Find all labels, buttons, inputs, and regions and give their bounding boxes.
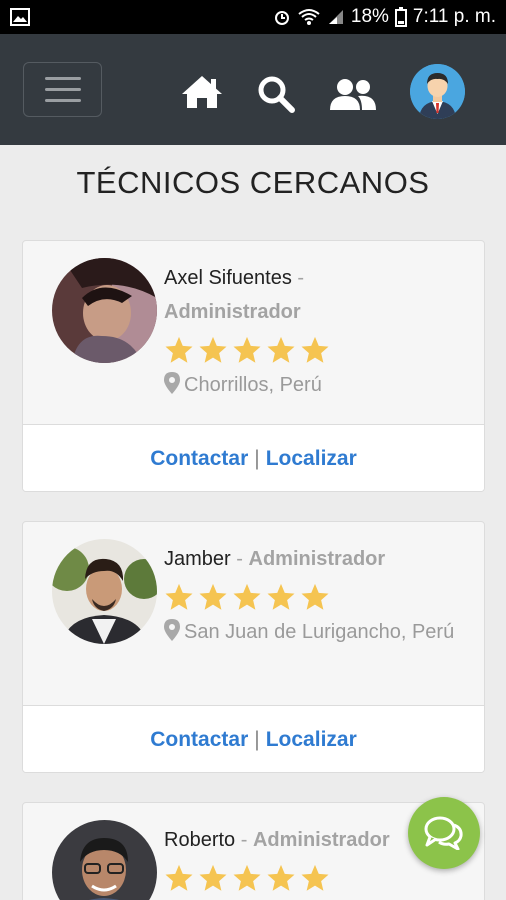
map-marker-icon (164, 372, 180, 394)
technician-info: Jamber - Administrador San Juan de Lurig… (164, 542, 474, 648)
name-role-separator: - (236, 548, 243, 570)
star-icon (301, 336, 329, 363)
technician-location: Chorrillos, Perú (164, 369, 474, 401)
star-icon (301, 583, 329, 610)
technician-info: Axel Sifuentes - Administrador Chorrillo… (164, 261, 474, 401)
battery-icon (394, 7, 407, 27)
star-icon (233, 336, 261, 363)
technician-name: Jamber (164, 548, 231, 570)
technician-card: Jamber - Administrador San Juan de Lurig… (22, 521, 485, 773)
technician-photo-image (52, 820, 157, 900)
star-icon (199, 864, 227, 891)
signal-icon (328, 10, 343, 24)
technician-photo (52, 820, 157, 900)
card-actions: Contactar | Localizar (23, 424, 484, 491)
technician-card: Axel Sifuentes - Administrador Chorrillo… (22, 240, 485, 492)
search-icon[interactable] (256, 74, 296, 114)
technician-photo-image (52, 258, 157, 363)
location-text: Chorrillos, Perú (184, 374, 322, 396)
menu-toggle-button[interactable] (23, 62, 102, 117)
hamburger-icon-line (44, 88, 81, 91)
map-marker-icon (164, 619, 180, 641)
star-icon (267, 864, 295, 891)
rating-stars (164, 863, 474, 893)
battery-text: 18% (350, 6, 389, 27)
star-icon (267, 336, 295, 363)
profile-avatar[interactable] (410, 64, 465, 119)
clock: 7:11 p. m. (412, 6, 496, 27)
contact-link[interactable]: Contactar (150, 447, 248, 471)
alarm-icon (274, 11, 289, 25)
technician-name: Roberto (164, 829, 236, 851)
users-icon[interactable] (328, 78, 378, 112)
hamburger-icon (44, 77, 81, 80)
action-divider: | (254, 446, 260, 470)
name-role-separator: - (240, 829, 248, 851)
technician-role: Administrador (252, 829, 390, 851)
top-nav-bar (0, 34, 506, 145)
star-icon (165, 864, 193, 891)
star-icon (233, 864, 261, 891)
technician-photo-image (52, 539, 157, 644)
wifi-icon (298, 9, 320, 25)
home-icon[interactable] (180, 74, 224, 110)
star-icon (199, 336, 227, 363)
technician-photo (52, 258, 157, 363)
rating-stars (164, 335, 474, 365)
star-icon (267, 583, 295, 610)
contact-link[interactable]: Contactar (150, 728, 248, 752)
star-icon (199, 583, 227, 610)
technician-location: San Juan de Lurigancho, Perú (164, 616, 474, 648)
technician-role: Administrador (164, 301, 301, 323)
star-icon (165, 583, 193, 610)
technician-name: Axel Sifuentes (164, 267, 292, 289)
locate-link[interactable]: Localizar (266, 447, 357, 471)
locate-link[interactable]: Localizar (266, 728, 357, 752)
rating-stars (164, 582, 474, 612)
star-icon (165, 336, 193, 363)
chat-bubbles-icon (424, 816, 463, 850)
location-text: San Juan de Lurigancho, Perú (184, 621, 455, 643)
technician-role: Administrador (248, 548, 386, 570)
card-actions: Contactar | Localizar (23, 705, 484, 772)
chat-fab-button[interactable] (408, 797, 480, 869)
profile-avatar-icon (410, 64, 465, 119)
name-role-separator: - (297, 267, 305, 289)
status-bar: 18% 7:11 p. m. (0, 0, 506, 34)
action-divider: | (254, 727, 260, 751)
technician-photo (52, 539, 157, 644)
star-icon (233, 583, 261, 610)
image-notification-icon (10, 8, 30, 26)
hamburger-icon-line (44, 99, 81, 102)
page-title: TÉCNICOS CERCANOS (76, 165, 430, 200)
star-icon (301, 864, 329, 891)
